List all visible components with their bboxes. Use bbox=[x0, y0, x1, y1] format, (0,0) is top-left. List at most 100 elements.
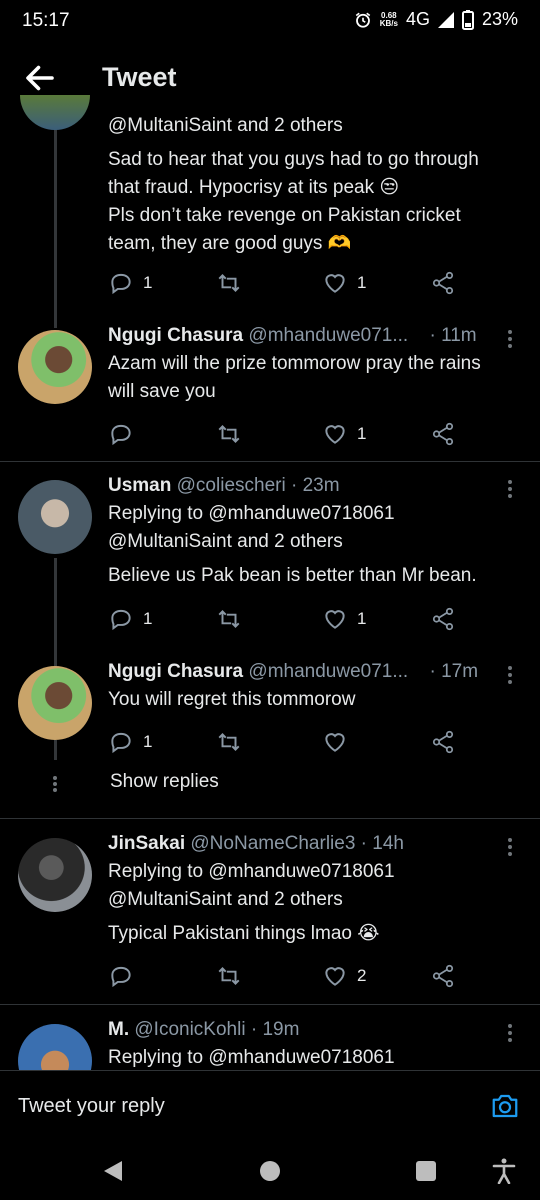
alarm-icon bbox=[355, 12, 370, 28]
heart-icon bbox=[325, 967, 345, 986]
tweet-text: Believe us Pak bean is better than Mr be… bbox=[108, 565, 477, 586]
heart-icon bbox=[325, 610, 345, 629]
share-button[interactable] bbox=[430, 268, 456, 298]
more-options-icon[interactable] bbox=[506, 836, 514, 858]
replying-to-others[interactable]: @MultaniSaint and 2 others bbox=[108, 886, 526, 914]
divider bbox=[0, 818, 540, 819]
share-icon bbox=[432, 964, 454, 988]
back-arrow-icon[interactable] bbox=[22, 60, 58, 96]
status-icons: 0.68 KB/s 4G 23% bbox=[354, 9, 518, 30]
back-triangle-icon[interactable] bbox=[102, 1160, 124, 1182]
thread-dots bbox=[52, 774, 58, 794]
reply-icon bbox=[111, 424, 131, 446]
net-speed: 0.68 KB/s bbox=[379, 10, 398, 28]
reply-button[interactable] bbox=[108, 419, 143, 449]
tweet-actions: 1 bbox=[108, 727, 468, 757]
reply-icon bbox=[111, 732, 131, 754]
reply-icon bbox=[111, 609, 131, 631]
reply-icon bbox=[111, 966, 131, 988]
retweet-button[interactable] bbox=[216, 604, 242, 634]
camera-icon[interactable] bbox=[490, 1091, 520, 1121]
heart-icon bbox=[325, 425, 345, 444]
like-button[interactable]: 1 bbox=[322, 604, 366, 634]
author-handle[interactable]: @mhanduwe071... bbox=[248, 325, 408, 346]
replying-to-others[interactable]: @MultaniSaint and 2 others bbox=[108, 112, 526, 140]
reply-input[interactable]: Tweet your reply bbox=[18, 1095, 165, 1118]
tweet-actions: 1 1 bbox=[108, 604, 468, 634]
author-handle[interactable]: @mhanduwe071... bbox=[248, 661, 408, 682]
avatar[interactable] bbox=[18, 1024, 92, 1070]
retweet-button[interactable] bbox=[216, 727, 242, 757]
author-name[interactable]: M. bbox=[108, 1019, 129, 1040]
avatar[interactable] bbox=[18, 666, 92, 740]
tweet-actions: 2 bbox=[108, 961, 468, 991]
status-time: 15:17 bbox=[22, 10, 70, 31]
replying-to[interactable]: Replying to @mhanduwe0718061 bbox=[108, 1044, 526, 1070]
replying-to[interactable]: Replying to @mhanduwe0718061 bbox=[108, 858, 526, 886]
tweet-time: · 17m bbox=[429, 661, 479, 682]
author-name[interactable]: JinSakai bbox=[108, 833, 185, 854]
retweet-icon bbox=[218, 610, 240, 628]
avatar[interactable] bbox=[18, 480, 92, 554]
accessibility-icon[interactable] bbox=[492, 1158, 516, 1184]
heart-icon bbox=[325, 733, 345, 752]
share-icon bbox=[432, 422, 454, 446]
like-button[interactable] bbox=[322, 727, 348, 757]
more-options-icon[interactable] bbox=[506, 664, 514, 686]
share-icon bbox=[432, 271, 454, 295]
battery-icon bbox=[461, 9, 474, 30]
more-options-icon[interactable] bbox=[506, 478, 514, 500]
author-name[interactable]: Ngugi Chasura bbox=[108, 661, 243, 682]
battery-percent: 23% bbox=[481, 9, 518, 29]
reply-button[interactable] bbox=[108, 961, 134, 991]
show-replies-link[interactable]: Show replies bbox=[110, 771, 219, 793]
like-button[interactable]: 2 bbox=[322, 961, 366, 991]
retweet-icon bbox=[218, 733, 240, 751]
share-button[interactable] bbox=[430, 604, 456, 634]
retweet-button[interactable] bbox=[216, 268, 242, 298]
retweet-icon bbox=[218, 967, 240, 985]
system-nav-bar bbox=[0, 1142, 540, 1200]
like-button[interactable]: 1 bbox=[322, 268, 366, 298]
home-circle-icon[interactable] bbox=[259, 1160, 281, 1182]
more-options-icon[interactable] bbox=[506, 328, 514, 350]
author-handle[interactable]: @NoNameCharlie3 · 14h bbox=[190, 833, 404, 854]
tweet-time: · 11m bbox=[429, 325, 477, 346]
author-handle[interactable]: @IconicKohli · 19m bbox=[134, 1019, 299, 1040]
retweet-button[interactable] bbox=[216, 419, 242, 449]
more-options-icon[interactable] bbox=[506, 1022, 514, 1044]
retweet-icon bbox=[218, 425, 240, 443]
divider bbox=[0, 1004, 540, 1005]
author-name[interactable]: Ngugi Chasura bbox=[108, 325, 243, 346]
reply-button[interactable]: 1 bbox=[108, 604, 152, 634]
tweet-text: You will regret this tommorow bbox=[108, 689, 356, 710]
retweet-button[interactable] bbox=[216, 961, 242, 991]
divider bbox=[0, 461, 540, 462]
retweet-icon bbox=[218, 274, 240, 292]
share-icon bbox=[432, 730, 454, 754]
reply-button[interactable]: 1 bbox=[108, 727, 152, 757]
tweet-actions: 1 bbox=[108, 419, 468, 449]
recents-square-icon[interactable] bbox=[415, 1160, 437, 1182]
tweet-item[interactable]: M. @IconicKohli · 19m Replying to @mhand… bbox=[0, 1016, 540, 1070]
avatar[interactable] bbox=[18, 330, 92, 404]
share-button[interactable] bbox=[430, 961, 456, 991]
author-handle[interactable]: @coliescheri · 23m bbox=[177, 475, 340, 496]
status-bar: 15:17 0.68 KB/s 4G 23% bbox=[0, 0, 540, 40]
heart-icon bbox=[325, 274, 345, 293]
share-button[interactable] bbox=[430, 727, 456, 757]
avatar[interactable] bbox=[18, 838, 92, 912]
reply-button[interactable]: 1 bbox=[108, 268, 152, 298]
network-label: 4G bbox=[405, 9, 430, 29]
share-button[interactable] bbox=[430, 419, 456, 449]
page-title: Tweet bbox=[102, 62, 177, 92]
tweet-text: Typical Pakistani things lmao 😭 bbox=[108, 923, 380, 944]
like-button[interactable]: 1 bbox=[322, 419, 366, 449]
tweet-text: Sad to hear that you guys had to go thro… bbox=[108, 149, 479, 254]
author-name[interactable]: Usman bbox=[108, 475, 171, 496]
replying-to[interactable]: Replying to @mhanduwe0718061 bbox=[108, 500, 526, 528]
reply-composer[interactable]: Tweet your reply bbox=[0, 1070, 540, 1143]
replying-to-others[interactable]: @MultaniSaint and 2 others bbox=[108, 528, 526, 556]
tweet-text: Azam will the prize tommorow pray the ra… bbox=[108, 353, 481, 402]
tweet-actions: 1 1 bbox=[108, 268, 468, 298]
